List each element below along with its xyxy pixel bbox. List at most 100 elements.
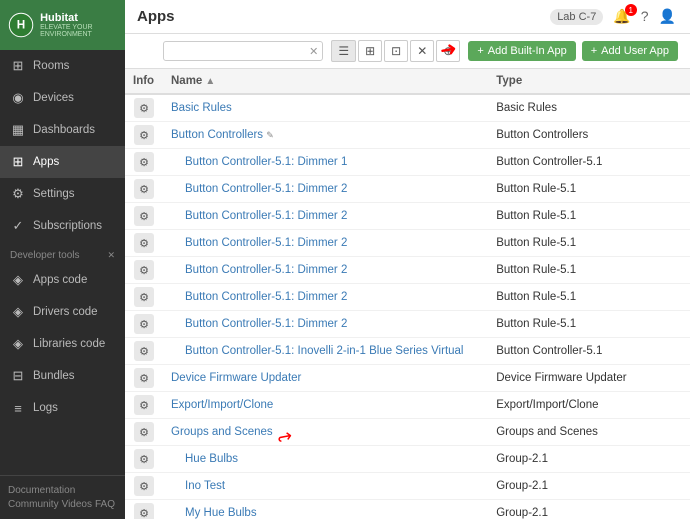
child-gear-icon[interactable]: ⚙ bbox=[134, 260, 154, 280]
sidebar-item-rooms[interactable]: ⊞ Rooms bbox=[0, 50, 125, 82]
main-content: Apps Lab C-7 🔔 1 ? 👤 ✕ ☰ ⊞ ⊡ ✕ ⊕ bbox=[125, 0, 690, 519]
child-type: Group-2.1 bbox=[488, 473, 690, 500]
child-app-name[interactable]: Hue Bulbs bbox=[185, 453, 238, 465]
section-gear-icon[interactable]: ⚙ bbox=[134, 422, 154, 442]
child-type: Button Rule-5.1 bbox=[488, 257, 690, 284]
sidebar-item-devices[interactable]: ◉ Devices bbox=[0, 82, 125, 114]
child-app-name[interactable]: Ino Test bbox=[185, 480, 225, 492]
hubitat-logo-icon: H bbox=[8, 7, 34, 43]
child-app-name[interactable]: Button Controller-5.1: Dimmer 2 bbox=[185, 210, 347, 222]
child-row: ⚙ Button Controller-5.1: Dimmer 2 Button… bbox=[125, 176, 690, 203]
section-type: Groups and Scenes bbox=[488, 419, 690, 446]
child-app-name[interactable]: Button Controller-5.1: Dimmer 1 bbox=[185, 156, 347, 168]
videos-link[interactable]: Videos bbox=[62, 499, 92, 510]
sidebar-item-settings[interactable]: ⚙ Settings bbox=[0, 178, 125, 210]
child-row: ⚙ Button Controller-5.1: Dimmer 2 Button… bbox=[125, 311, 690, 338]
sidebar-item-apps-code[interactable]: ◈ Apps code bbox=[0, 264, 125, 296]
section-app-name[interactable]: Button Controllers ✎ bbox=[171, 129, 274, 141]
child-row: ⚙ Hue Bulbs Group-2.1 bbox=[125, 446, 690, 473]
section-app-name[interactable]: Basic Rules bbox=[171, 102, 232, 114]
documentation-link[interactable]: Documentation bbox=[8, 485, 75, 496]
col-name[interactable]: Name ▲ bbox=[163, 69, 488, 94]
sort-button[interactable]: ✕ bbox=[410, 40, 434, 62]
notification-icon[interactable]: 🔔 1 bbox=[611, 6, 632, 27]
sidebar-item-drivers-code[interactable]: ◈ Drivers code bbox=[0, 296, 125, 328]
child-app-name[interactable]: Button Controller-5.1: Inovelli 2-in-1 B… bbox=[185, 345, 463, 357]
developer-section-expand[interactable]: ✕ bbox=[107, 250, 115, 261]
developer-tools-section: Developer tools ✕ bbox=[0, 242, 125, 264]
plus-icon: + bbox=[477, 45, 483, 57]
section-app-name[interactable]: Device Firmware Updater bbox=[171, 372, 301, 384]
add-user-app-button[interactable]: + Add User App bbox=[582, 41, 678, 61]
child-row: ⚙ Button Controller-5.1: Dimmer 2 Button… bbox=[125, 230, 690, 257]
section-row: ⚙ Basic Rules Basic Rules bbox=[125, 94, 690, 122]
section-row: ⚙ Export/Import/Clone Export/Import/Clon… bbox=[125, 392, 690, 419]
child-gear-icon[interactable]: ⚙ bbox=[134, 179, 154, 199]
sidebar-item-bundles[interactable]: ⊟ Bundles bbox=[0, 360, 125, 392]
sidebar-logo: H Hubitat ELEVATE YOUR ENVIRONMENT bbox=[0, 0, 125, 50]
child-type: Button Rule-5.1 bbox=[488, 176, 690, 203]
child-app-name[interactable]: Button Controller-5.1: Dimmer 2 bbox=[185, 237, 347, 249]
child-type: Button Controller-5.1 bbox=[488, 149, 690, 176]
topbar: Apps Lab C-7 🔔 1 ? 👤 bbox=[125, 0, 690, 34]
child-type: Button Rule-5.1 bbox=[488, 203, 690, 230]
search-clear-icon[interactable]: ✕ bbox=[309, 45, 318, 58]
child-gear-icon[interactable]: ⚙ bbox=[134, 206, 154, 226]
child-gear-icon[interactable]: ⚙ bbox=[134, 503, 154, 519]
child-gear-icon[interactable]: ⚙ bbox=[134, 152, 154, 172]
community-link[interactable]: Community bbox=[8, 499, 59, 510]
sidebar-item-logs[interactable]: ≡ Logs bbox=[0, 392, 125, 424]
search-input[interactable] bbox=[163, 41, 323, 61]
section-gear-icon[interactable]: ⚙ bbox=[134, 98, 154, 118]
subscriptions-icon: ✓ bbox=[10, 218, 26, 234]
dashboards-icon: ▦ bbox=[10, 122, 26, 138]
child-gear-icon[interactable]: ⚙ bbox=[134, 449, 154, 469]
user-icon[interactable]: 👤 bbox=[657, 6, 678, 27]
sort-arrow-icon: ▲ bbox=[205, 76, 215, 87]
drivers-code-icon: ◈ bbox=[10, 304, 26, 320]
filter-button[interactable]: ⊡ bbox=[384, 40, 408, 62]
sidebar-item-subscriptions[interactable]: ✓ Subscriptions bbox=[0, 210, 125, 242]
apps-table-container: Info Name ▲ Type ⚙ Basic Rules Basic Rul… bbox=[125, 69, 690, 519]
child-app-name[interactable]: My Hue Bulbs bbox=[185, 507, 257, 519]
logs-icon: ≡ bbox=[10, 400, 26, 416]
search-box: ✕ bbox=[163, 41, 323, 61]
bundles-icon: ⊟ bbox=[10, 368, 26, 384]
child-type: Group-2.1 bbox=[488, 446, 690, 473]
apps-table: Info Name ▲ Type ⚙ Basic Rules Basic Rul… bbox=[125, 69, 690, 519]
help-icon[interactable]: ? bbox=[639, 6, 651, 27]
section-app-name[interactable]: Export/Import/Clone bbox=[171, 399, 273, 411]
child-app-name[interactable]: Button Controller-5.1: Dimmer 2 bbox=[185, 183, 347, 195]
section-gear-icon[interactable]: ⚙ bbox=[134, 368, 154, 388]
child-gear-icon[interactable]: ⚙ bbox=[134, 233, 154, 253]
section-row: ⚙ Groups and Scenes ↩ Groups and Scenes bbox=[125, 419, 690, 446]
sidebar-item-dashboards[interactable]: ▦ Dashboards bbox=[0, 114, 125, 146]
child-app-name[interactable]: Button Controller-5.1: Dimmer 2 bbox=[185, 264, 347, 276]
faq-link[interactable]: FAQ bbox=[95, 499, 115, 510]
child-type: Button Rule-5.1 bbox=[488, 230, 690, 257]
sidebar-logo-text: Hubitat ELEVATE YOUR ENVIRONMENT bbox=[40, 12, 117, 38]
list-view-button[interactable]: ☰ bbox=[331, 40, 356, 62]
child-row: ⚙ Ino Test Group-2.1 bbox=[125, 473, 690, 500]
libraries-code-icon: ◈ bbox=[10, 336, 26, 352]
sidebar-item-libraries-code[interactable]: ◈ Libraries code bbox=[0, 328, 125, 360]
child-gear-icon[interactable]: ⚙ bbox=[134, 287, 154, 307]
child-gear-icon[interactable]: ⚙ bbox=[134, 314, 154, 334]
toolbar: ✕ ☰ ⊞ ⊡ ✕ ⊕ ➜ + Add Built-In App + Add U… bbox=[125, 34, 690, 69]
sidebar: H Hubitat ELEVATE YOUR ENVIRONMENT ⊞ Roo… bbox=[0, 0, 125, 519]
child-app-name[interactable]: Button Controller-5.1: Dimmer 2 bbox=[185, 291, 347, 303]
section-row: ⚙ Button Controllers ✎ Button Controller… bbox=[125, 122, 690, 149]
section-app-name[interactable]: Groups and Scenes bbox=[171, 426, 273, 438]
child-gear-icon[interactable]: ⚙ bbox=[134, 341, 154, 361]
page-title: Apps bbox=[137, 8, 175, 25]
section-gear-icon[interactable]: ⚙ bbox=[134, 125, 154, 145]
section-gear-icon[interactable]: ⚙ bbox=[134, 395, 154, 415]
apps-icon: ⊞ bbox=[10, 154, 26, 170]
devices-icon: ◉ bbox=[10, 90, 26, 106]
child-app-name[interactable]: Button Controller-5.1: Dimmer 2 bbox=[185, 318, 347, 330]
child-gear-icon[interactable]: ⚙ bbox=[134, 476, 154, 496]
sidebar-item-apps[interactable]: ⊞ Apps bbox=[0, 146, 125, 178]
grid-view-button[interactable]: ⊞ bbox=[358, 40, 382, 62]
add-builtin-app-button[interactable]: + Add Built-In App bbox=[468, 41, 575, 61]
section-row: ⚙ Device Firmware Updater Device Firmwar… bbox=[125, 365, 690, 392]
